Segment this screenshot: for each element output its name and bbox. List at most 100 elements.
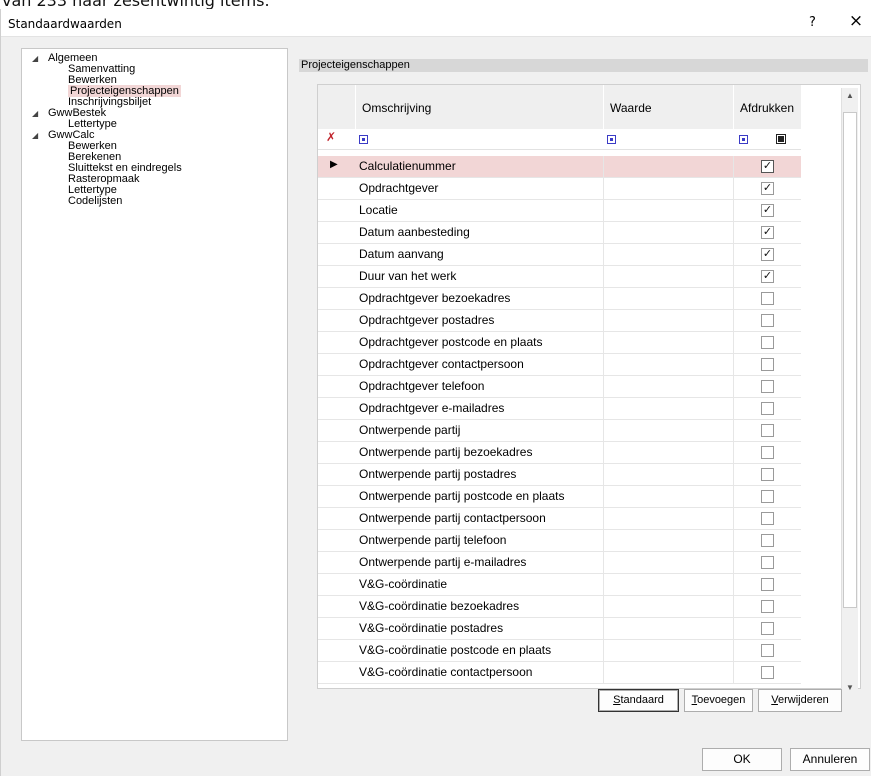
ok-button[interactable]: OK [702, 748, 782, 771]
table-row[interactable]: V&G-coördinatie contactpersoon [318, 662, 801, 684]
cell-omschrijving[interactable]: Ontwerpende partij bezoekadres [356, 442, 604, 463]
cell-omschrijving[interactable]: Ontwerpende partij contactpersoon [356, 508, 604, 529]
cell-waarde[interactable] [604, 662, 734, 683]
table-row[interactable]: Opdrachtgever postcode en plaats [318, 332, 801, 354]
afdrukken-checkbox[interactable] [761, 336, 774, 349]
cell-waarde[interactable] [604, 574, 734, 595]
cell-omschrijving[interactable]: Opdrachtgever contactpersoon [356, 354, 604, 375]
afdrukken-checkbox[interactable] [761, 358, 774, 371]
afdrukken-checkbox[interactable]: ✓ [761, 160, 774, 173]
afdrukken-checkbox[interactable] [761, 402, 774, 415]
afdrukken-checkbox[interactable] [761, 600, 774, 613]
afdrukken-checkbox[interactable] [761, 292, 774, 305]
cell-omschrijving[interactable]: Opdrachtgever e-mailadres [356, 398, 604, 419]
table-row[interactable]: Duur van het werk ✓ [318, 266, 801, 288]
cell-waarde[interactable] [604, 266, 734, 287]
afdrukken-checkbox[interactable] [761, 512, 774, 525]
cell-omschrijving[interactable]: Ontwerpende partij postcode en plaats [356, 486, 604, 507]
cell-waarde[interactable] [604, 398, 734, 419]
afdrukken-checkbox[interactable] [761, 314, 774, 327]
afdrukken-checkbox[interactable]: ✓ [761, 182, 774, 195]
table-row[interactable]: Opdrachtgever ✓ [318, 178, 801, 200]
cell-waarde[interactable] [604, 508, 734, 529]
cell-omschrijving[interactable]: Ontwerpende partij [356, 420, 604, 441]
afdrukken-checkbox[interactable] [761, 644, 774, 657]
cell-waarde[interactable] [604, 552, 734, 573]
cell-waarde[interactable] [604, 200, 734, 221]
afdrukken-checkbox[interactable] [761, 556, 774, 569]
cell-omschrijving[interactable]: V&G-coördinatie [356, 574, 604, 595]
filter-omschrijving-icon[interactable] [359, 135, 368, 144]
cell-waarde[interactable] [604, 442, 734, 463]
cell-omschrijving[interactable]: Opdrachtgever bezoekadres [356, 288, 604, 309]
help-button[interactable]: ? [809, 15, 816, 30]
afdrukken-checkbox[interactable] [761, 446, 774, 459]
cell-waarde[interactable] [604, 618, 734, 639]
cell-omschrijving[interactable]: Locatie [356, 200, 604, 221]
verwijderen-button[interactable]: Verwijderen [758, 689, 842, 712]
table-row[interactable]: Opdrachtgever contactpersoon [318, 354, 801, 376]
table-row[interactable]: Ontwerpende partij postadres [318, 464, 801, 486]
cell-waarde[interactable] [604, 530, 734, 551]
afdrukken-checkbox[interactable] [761, 534, 774, 547]
table-row[interactable]: Locatie ✓ [318, 200, 801, 222]
table-row[interactable]: V&G-coördinatie postcode en plaats [318, 640, 801, 662]
afdrukken-checkbox[interactable] [761, 578, 774, 591]
cell-omschrijving[interactable]: Ontwerpende partij telefoon [356, 530, 604, 551]
table-row[interactable]: ▶ Calculatienummer ✓ [318, 156, 801, 178]
filter-afdrukken-icon[interactable] [739, 135, 748, 144]
cell-omschrijving[interactable]: Ontwerpende partij e-mailadres [356, 552, 604, 573]
scroll-up-arrow-icon[interactable]: ▲ [842, 88, 858, 104]
cell-omschrijving[interactable]: V&G-coördinatie postadres [356, 618, 604, 639]
cell-waarde[interactable] [604, 310, 734, 331]
table-row[interactable]: Ontwerpende partij telefoon [318, 530, 801, 552]
table-row[interactable]: Ontwerpende partij bezoekadres [318, 442, 801, 464]
table-row[interactable]: Ontwerpende partij contactpersoon [318, 508, 801, 530]
cell-waarde[interactable] [604, 178, 734, 199]
toevoegen-button[interactable]: Toevoegen [684, 689, 753, 712]
table-row[interactable]: V&G-coördinatie bezoekadres [318, 596, 801, 618]
cell-omschrijving[interactable]: Calculatienummer [356, 156, 604, 177]
cell-omschrijving[interactable]: Opdrachtgever postcode en plaats [356, 332, 604, 353]
afdrukken-checkbox[interactable]: ✓ [761, 270, 774, 283]
table-row[interactable]: Ontwerpende partij postcode en plaats [318, 486, 801, 508]
close-button[interactable]: × [845, 11, 867, 31]
table-row[interactable]: Opdrachtgever bezoekadres [318, 288, 801, 310]
column-header-omschrijving[interactable]: Omschrijving [356, 85, 604, 129]
expand-arrow-icon[interactable]: ◢ [32, 52, 48, 65]
table-row[interactable]: Datum aanbesteding ✓ [318, 222, 801, 244]
cell-waarde[interactable] [604, 596, 734, 617]
pin-icon[interactable]: ✗ [326, 130, 336, 144]
annuleren-button[interactable]: Annuleren [790, 748, 870, 771]
tree-item[interactable]: Codelijsten [68, 195, 122, 208]
cell-waarde[interactable] [604, 244, 734, 265]
afdrukken-checkbox[interactable]: ✓ [761, 204, 774, 217]
cell-omschrijving[interactable]: Opdrachtgever postadres [356, 310, 604, 331]
table-row[interactable]: V&G-coördinatie postadres [318, 618, 801, 640]
cell-omschrijving[interactable]: Ontwerpende partij postadres [356, 464, 604, 485]
table-row[interactable]: V&G-coördinatie [318, 574, 801, 596]
afdrukken-checkbox[interactable]: ✓ [761, 248, 774, 261]
cell-waarde[interactable] [604, 486, 734, 507]
expand-arrow-icon[interactable]: ◢ [32, 107, 48, 120]
cell-waarde[interactable] [604, 376, 734, 397]
filter-waarde-icon[interactable] [607, 135, 616, 144]
expand-arrow-icon[interactable]: ◢ [32, 129, 48, 142]
cell-waarde[interactable] [604, 156, 734, 177]
cell-waarde[interactable] [604, 420, 734, 441]
cell-omschrijving[interactable]: Opdrachtgever [356, 178, 604, 199]
scrollbar-thumb[interactable] [843, 112, 857, 608]
grid-scrollbar[interactable]: ▲ ▼ [841, 88, 858, 697]
column-header-waarde[interactable]: Waarde [604, 85, 734, 129]
cell-omschrijving[interactable]: V&G-coördinatie contactpersoon [356, 662, 604, 683]
table-row[interactable]: Opdrachtgever telefoon [318, 376, 801, 398]
cell-omschrijving[interactable]: V&G-coördinatie bezoekadres [356, 596, 604, 617]
cell-omschrijving[interactable]: V&G-coördinatie postcode en plaats [356, 640, 604, 661]
afdrukken-checkbox[interactable] [761, 666, 774, 679]
column-header-afdrukken[interactable]: Afdrukken [734, 85, 801, 129]
cell-omschrijving[interactable]: Datum aanvang [356, 244, 604, 265]
afdrukken-checkbox[interactable]: ✓ [761, 226, 774, 239]
afdrukken-checkbox[interactable] [761, 468, 774, 481]
table-row[interactable]: Opdrachtgever e-mailadres [318, 398, 801, 420]
cell-omschrijving[interactable]: Opdrachtgever telefoon [356, 376, 604, 397]
